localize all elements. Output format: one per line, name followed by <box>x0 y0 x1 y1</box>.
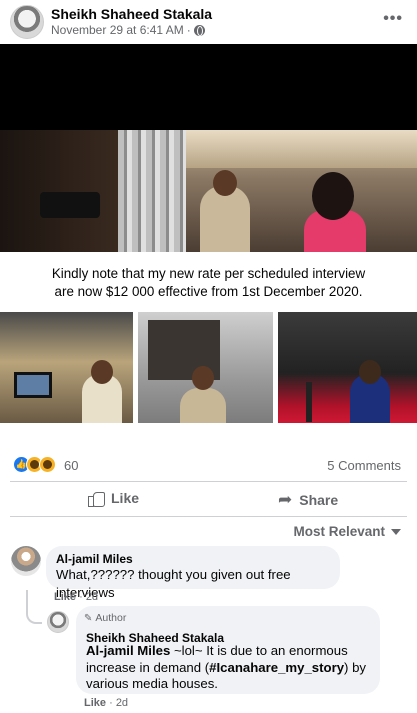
photo-person-head <box>192 366 214 390</box>
comment-text: What,?????? thought you given out free i… <box>56 567 291 600</box>
divider-top <box>10 481 407 482</box>
comment-age[interactable]: 2d <box>86 591 98 603</box>
commenter-avatar[interactable] <box>11 546 41 576</box>
author-avatar[interactable] <box>10 5 44 39</box>
photo-thumbnail-3[interactable] <box>278 312 417 423</box>
post-date[interactable]: November 29 at 6:41 AM <box>51 23 184 37</box>
post-header: Sheikh Shaheed Stakala November 29 at 6:… <box>0 0 417 44</box>
video-pillar <box>118 130 186 252</box>
photo-person-head <box>359 360 381 384</box>
more-options-button[interactable]: ••• <box>383 10 403 28</box>
reaction-icons[interactable]: 👍 <box>13 456 56 473</box>
meta-separator: · <box>186 23 191 37</box>
like-button[interactable]: Like <box>88 490 140 507</box>
commenter-name[interactable]: Al-jamil Miles <box>56 552 133 566</box>
reply-mention[interactable]: Al-jamil Miles <box>86 643 170 658</box>
like-icon <box>88 490 105 507</box>
author-name[interactable]: Sheikh Shaheed Stakala <box>51 6 212 22</box>
reply-text-b-pre: increase in demand ( <box>86 660 210 675</box>
meta-separator: · <box>79 591 83 603</box>
post-video[interactable] <box>0 130 417 252</box>
reply-text-a: ~lol~ It is due to an enormous <box>170 643 348 658</box>
like-button-label: Like <box>111 490 140 506</box>
video-person-interviewee-head <box>213 170 237 196</box>
video-letterbox <box>0 44 417 130</box>
chevron-down-icon <box>391 528 401 535</box>
photo-mic-stand <box>306 382 312 422</box>
video-ceiling <box>186 130 417 168</box>
post-caption: Kindly note that my new rate per schedul… <box>0 265 417 301</box>
camera-monitor-shape <box>14 372 52 398</box>
comments-count[interactable]: 5 Comments <box>327 458 401 473</box>
video-scene-left <box>0 130 120 252</box>
share-button[interactable]: ➦ Share <box>278 490 338 510</box>
photo-thumbnail-1[interactable] <box>0 312 133 423</box>
reply-text-b-post: ) by <box>344 660 367 675</box>
share-button-label: Share <box>299 492 339 508</box>
caption-line-2: are now $12 000 effective from 1st Decem… <box>54 284 363 299</box>
haha-reaction-icon <box>39 456 56 473</box>
reply-author-avatar[interactable] <box>47 611 69 633</box>
divider-bottom <box>10 516 407 517</box>
video-camera-shape <box>40 192 100 218</box>
author-badge: ✎ Author <box>84 612 126 624</box>
reply-like-link[interactable]: Like <box>84 697 106 709</box>
author-badge-label: Author <box>95 612 127 624</box>
video-person-interviewer-head <box>312 172 354 220</box>
sort-label: Most Relevant <box>293 524 385 539</box>
photo-person-head <box>91 360 113 384</box>
post-meta: November 29 at 6:41 AM · <box>51 23 205 37</box>
reply-text-line-1: Al-jamil Miles ~lol~ It is due to an eno… <box>86 642 348 660</box>
reply-hashtag[interactable]: #Icanahare_my_story <box>209 660 344 675</box>
pencil-icon: ✎ <box>84 612 93 624</box>
comment-sort-dropdown[interactable]: Most Relevant <box>293 524 401 539</box>
comment-like-link[interactable]: Like <box>54 591 76 603</box>
share-icon: ➦ <box>278 490 293 509</box>
reply-meta: Like · 2d <box>84 697 128 709</box>
globe-icon <box>193 24 205 36</box>
reply-age[interactable]: 2d <box>116 697 128 709</box>
reply-text-line-3: various media houses. <box>86 676 218 691</box>
comment-meta: Like · 2d <box>54 591 98 603</box>
meta-separator: · <box>109 697 113 709</box>
photo-thumbnail-2[interactable] <box>138 312 273 423</box>
comment-bubble: Al-jamil Miles What,?????? thought you g… <box>46 546 340 600</box>
caption-line-1: Kindly note that my new rate per schedul… <box>51 266 366 281</box>
reaction-count[interactable]: 60 <box>64 458 78 473</box>
reply-thread-line <box>26 590 42 624</box>
photo-person <box>180 388 226 423</box>
